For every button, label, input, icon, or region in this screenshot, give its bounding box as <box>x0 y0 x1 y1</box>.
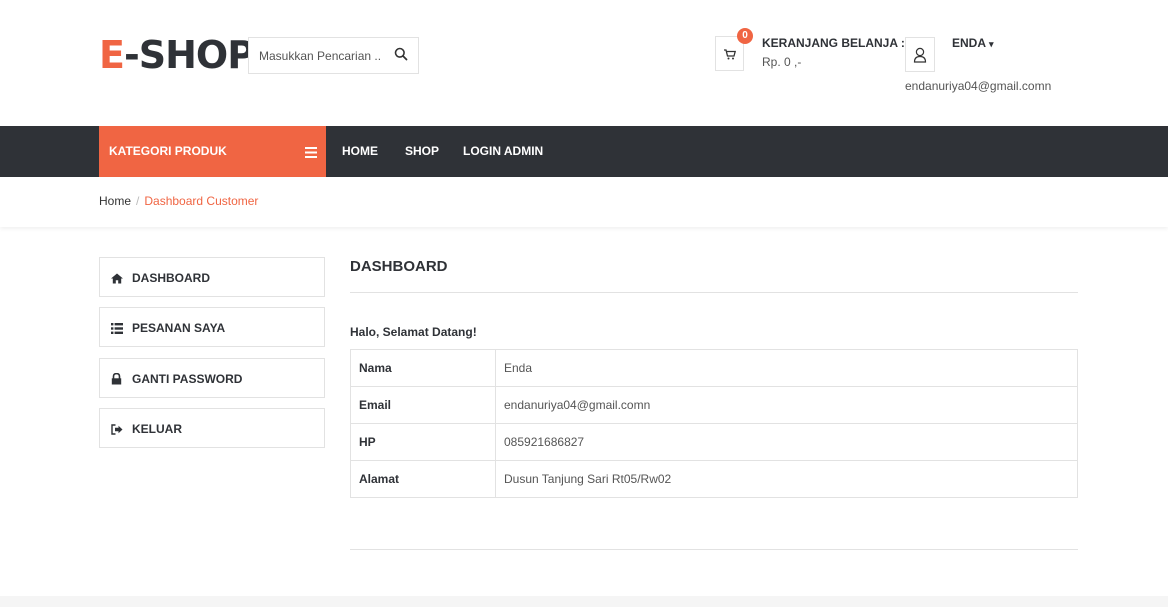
sidebar-item-orders[interactable]: PESANAN SAYA <box>99 307 325 347</box>
search-icon[interactable] <box>394 47 410 63</box>
site-header: E-SHOP 0 KERANJANG BELANJA : Rp. 0 ,- EN… <box>0 0 1168 126</box>
user-icon <box>913 47 927 63</box>
home-icon <box>111 271 123 289</box>
field-value: Dusun Tanjung Sari Rt05/Rw02 <box>495 460 1078 498</box>
main-nav: KATEGORI PRODUK HOME SHOP LOGIN ADMIN <box>0 126 1168 177</box>
table-row: Alamat Dusun Tanjung Sari Rt05/Rw02 <box>350 460 1078 498</box>
cart-total: Rp. 0 ,- <box>762 55 802 69</box>
nav-home[interactable]: HOME <box>342 144 378 158</box>
list-icon <box>305 145 317 163</box>
cart-count-badge: 0 <box>737 28 753 44</box>
sidebar-item-label: PESANAN SAYA <box>132 321 226 335</box>
breadcrumb-separator: / <box>136 194 140 208</box>
breadcrumb-trail: Home / Dashboard Customer <box>99 194 258 208</box>
field-value: Enda <box>495 349 1078 387</box>
nav-shop[interactable]: SHOP <box>405 144 439 158</box>
field-label: Nama <box>350 349 496 387</box>
search-input[interactable] <box>259 47 389 65</box>
table-row: Email endanuriya04@gmail.comn <box>350 386 1078 424</box>
cart-title[interactable]: KERANJANG BELANJA : <box>762 36 905 50</box>
category-menu-button[interactable]: KATEGORI PRODUK <box>99 126 326 177</box>
table-row: HP 085921686827 <box>350 423 1078 461</box>
sidebar-item-change-password[interactable]: GANTI PASSWORD <box>99 358 325 398</box>
nav-login-admin[interactable]: LOGIN ADMIN <box>463 144 543 158</box>
customer-info-table: Nama Enda Email endanuriya04@gmail.comn … <box>350 349 1078 498</box>
sign-out-icon <box>111 422 123 440</box>
field-value: endanuriya04@gmail.comn <box>495 386 1078 424</box>
breadcrumb-current: Dashboard Customer <box>144 194 259 208</box>
sidebar-item-label: KELUAR <box>132 422 182 436</box>
chevron-down-icon: ▾ <box>989 39 994 49</box>
greeting-text: Halo, Selamat Datang! <box>350 325 477 339</box>
logo-letter: E <box>99 33 125 77</box>
field-value: 085921686827 <box>495 423 1078 461</box>
lock-icon <box>111 372 122 390</box>
footer-strip <box>0 596 1168 607</box>
user-menu-toggle[interactable]: ENDA ▾ <box>952 36 994 50</box>
table-row: Nama Enda <box>350 349 1078 387</box>
sidebar-item-logout[interactable]: KELUAR <box>99 408 325 448</box>
sidebar-item-dashboard[interactable]: DASHBOARD <box>99 257 325 297</box>
page-title: DASHBOARD <box>350 258 448 275</box>
sidebar-item-label: DASHBOARD <box>132 271 210 285</box>
field-label: Email <box>350 386 496 424</box>
sidebar-item-label: GANTI PASSWORD <box>132 372 243 386</box>
site-logo[interactable]: E-SHOP <box>99 33 255 77</box>
field-label: Alamat <box>350 460 496 498</box>
search-box <box>248 37 419 74</box>
title-divider <box>350 292 1078 293</box>
breadcrumb-home-link[interactable]: Home <box>99 194 131 208</box>
user-account-button[interactable] <box>905 37 935 72</box>
list-icon <box>111 321 123 339</box>
user-name: ENDA <box>952 36 987 50</box>
breadcrumb: Home / Dashboard Customer <box>0 177 1168 227</box>
user-email: endanuriya04@gmail.comn <box>905 79 1052 93</box>
content-divider <box>350 549 1078 550</box>
cart-icon <box>724 49 736 60</box>
field-label: HP <box>350 423 496 461</box>
logo-text: -SHOP <box>123 33 255 77</box>
category-label: KATEGORI PRODUK <box>109 144 227 158</box>
